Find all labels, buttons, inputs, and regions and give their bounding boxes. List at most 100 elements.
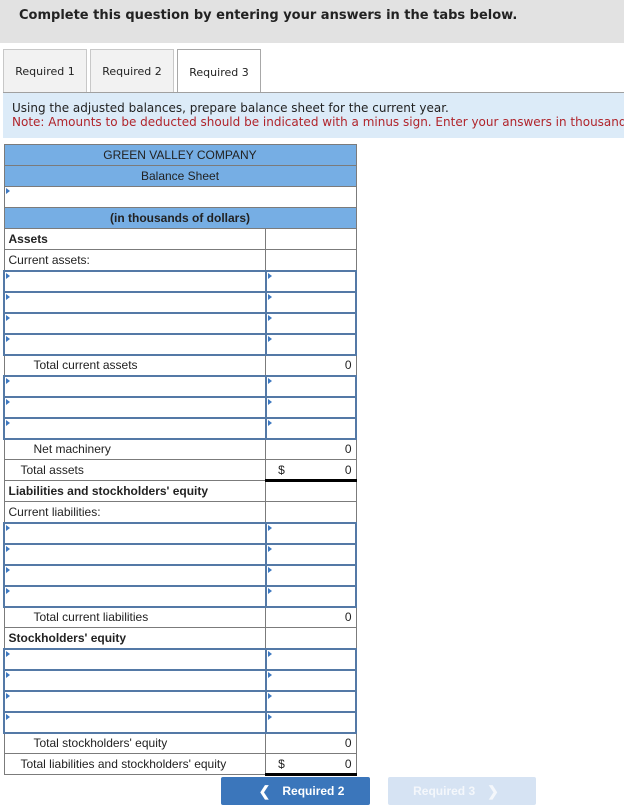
input-marker-icon [267, 524, 272, 531]
total-liabilities-equity-label: Total liabilities and stockholders' equi… [3, 753, 267, 775]
amount-input[interactable] [264, 269, 358, 293]
account-name-input[interactable] [3, 290, 267, 314]
amount-input[interactable] [264, 584, 358, 608]
amount-cell [265, 228, 357, 250]
input-marker-icon [267, 398, 272, 405]
dropdown-marker-icon [6, 671, 10, 678]
dropdown-marker-icon [6, 713, 10, 720]
current-liabilities-label-row: Current liabilities: [3, 501, 357, 523]
amount-input[interactable] [264, 563, 358, 587]
amount-input[interactable] [264, 311, 358, 335]
assets-heading-row: Assets [3, 228, 357, 250]
dropdown-marker-icon [6, 377, 10, 384]
input-marker-icon [267, 419, 272, 426]
total-assets-label: Total assets [3, 459, 267, 481]
amount-input[interactable] [264, 416, 358, 440]
account-name-input[interactable] [3, 416, 267, 440]
dropdown-marker-icon [6, 314, 10, 321]
tab-required-1[interactable]: Required 1 [3, 49, 87, 93]
current-liability-input-row [3, 584, 358, 608]
input-marker-icon [267, 377, 272, 384]
noncurrent-asset-input-row [3, 416, 358, 440]
current-liability-input-row [3, 542, 358, 566]
account-name-input[interactable] [3, 584, 267, 608]
input-marker-icon [267, 545, 272, 552]
amount-input[interactable] [264, 374, 358, 398]
amount-input[interactable] [264, 668, 358, 692]
company-header-row: GREEN VALLEY COMPANY [3, 144, 357, 166]
prev-required-2-button[interactable]: ❮ Required 2 [221, 777, 370, 805]
amount-input[interactable] [264, 542, 358, 566]
units-label: (in thousands of dollars) [3, 207, 357, 229]
total-assets-row: Total assets $0 [3, 459, 357, 482]
amount-input[interactable] [264, 647, 358, 671]
tab-required-2[interactable]: Required 2 [90, 49, 174, 93]
account-name-input[interactable] [3, 311, 267, 335]
total-assets-cell: $0 [265, 459, 357, 482]
date-input[interactable] [3, 186, 357, 208]
account-name-input[interactable] [3, 269, 267, 293]
total-equity-value: 0 [265, 732, 357, 754]
amount-cell [265, 249, 357, 271]
input-marker-icon [267, 566, 272, 573]
total-liabilities-equity-row: Total liabilities and stockholders' equi… [3, 753, 357, 776]
current-assets-label-row: Current assets: [3, 249, 357, 271]
dropdown-marker-icon [6, 587, 10, 594]
input-marker-icon [267, 650, 272, 657]
net-machinery-value: 0 [265, 438, 357, 460]
account-name-input[interactable] [3, 563, 267, 587]
noncurrent-asset-input-row [3, 374, 358, 398]
amount-input[interactable] [264, 290, 358, 314]
account-name-input[interactable] [3, 542, 267, 566]
instructions-note: Note: Amounts to be deducted should be i… [12, 115, 624, 129]
dropdown-marker-icon [5, 188, 10, 194]
liabilities-equity-heading: Liabilities and stockholders' equity [3, 480, 267, 502]
input-marker-icon [267, 587, 272, 594]
total-current-liabilities-row: Total current liabilities 0 [3, 606, 357, 628]
account-name-input[interactable] [3, 374, 267, 398]
account-name-input[interactable] [3, 332, 267, 356]
account-name-input[interactable] [3, 395, 267, 419]
account-name-input[interactable] [3, 710, 267, 734]
amount-input[interactable] [264, 521, 358, 545]
equity-input-row [3, 668, 358, 692]
current-asset-input-row [3, 290, 358, 314]
balance-sheet-table: GREEN VALLEY COMPANY Balance Sheet (in t… [3, 144, 358, 776]
prev-button-label: Required 2 [282, 784, 345, 798]
equity-heading-row: Stockholders' equity [3, 627, 357, 649]
net-machinery-label: Net machinery [3, 438, 267, 460]
input-marker-icon [267, 692, 272, 699]
total-current-liabilities-value: 0 [265, 606, 357, 628]
equity-heading: Stockholders' equity [3, 627, 267, 649]
amount-input[interactable] [264, 689, 358, 713]
liabilities-heading-row: Liabilities and stockholders' equity [3, 480, 357, 502]
dropdown-marker-icon [6, 335, 10, 342]
instructions-text: Using the adjusted balances, prepare bal… [12, 101, 449, 115]
next-button-label: Required 3 [413, 784, 476, 798]
tab-bar: Required 1 Required 2 Required 3 [3, 49, 264, 94]
account-name-input[interactable] [3, 521, 267, 545]
statement-title: Balance Sheet [3, 165, 357, 187]
dropdown-marker-icon [6, 293, 10, 300]
current-asset-input-row [3, 269, 358, 293]
units-header-row: (in thousands of dollars) [3, 207, 357, 229]
currency-symbol: $ [278, 756, 285, 771]
next-required-3-button[interactable]: Required 3 ❯ [388, 777, 536, 805]
account-name-input[interactable] [3, 689, 267, 713]
assets-heading: Assets [3, 228, 267, 250]
company-name: GREEN VALLEY COMPANY [3, 144, 357, 166]
amount-input[interactable] [264, 332, 358, 356]
total-assets-value: 0 [344, 462, 352, 477]
account-name-input[interactable] [3, 647, 267, 671]
amount-cell [265, 501, 357, 523]
dropdown-marker-icon [6, 545, 10, 552]
dropdown-marker-icon [6, 419, 10, 426]
input-marker-icon [267, 293, 272, 300]
current-asset-input-row [3, 311, 358, 335]
tab-required-3[interactable]: Required 3 [177, 49, 261, 94]
dropdown-marker-icon [6, 566, 10, 573]
amount-input[interactable] [264, 395, 358, 419]
amount-input[interactable] [264, 710, 358, 734]
account-name-input[interactable] [3, 668, 267, 692]
dropdown-marker-icon [6, 692, 10, 699]
